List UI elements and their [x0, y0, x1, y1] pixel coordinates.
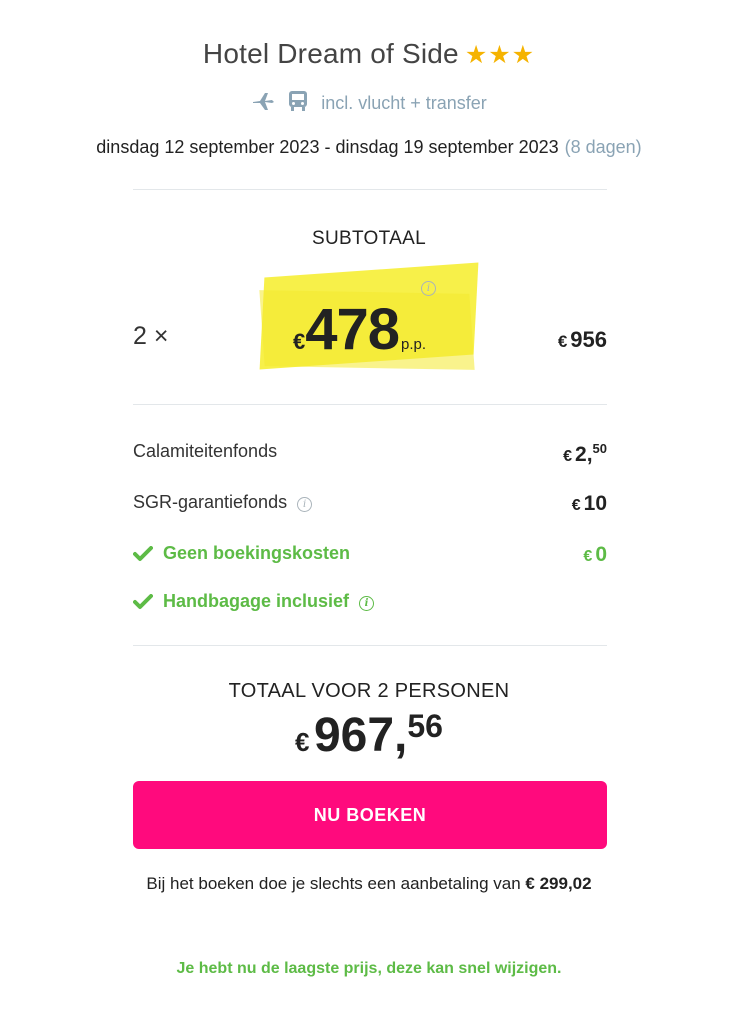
- date-range: dinsdag 12 september 2023 - dinsdag 19 s…: [96, 137, 559, 157]
- fee-row-booking-costs: Geen boekingskosten €0: [133, 543, 607, 573]
- fee-row-hand-luggage: Handbagage inclusief i: [133, 591, 607, 621]
- subtotal-label: SUBTOTAAL: [312, 228, 426, 249]
- hotel-name: Hotel Dream of Side: [202, 38, 459, 69]
- total-amount-whole: 967,: [313, 709, 408, 762]
- travel-dates: dinsdag 12 september 2023 - dinsdag 19 s…: [0, 137, 738, 158]
- line-total: €956: [558, 327, 607, 353]
- currency-symbol: €: [295, 727, 310, 757]
- fee-amount-whole: 0: [595, 543, 607, 566]
- fee-label: SGR-garantiefonds i: [133, 492, 313, 513]
- lowest-price-notice: Je hebt nu de laagste prijs, deze kan sn…: [176, 960, 562, 977]
- fee-label-text: SGR-garantiefonds: [133, 492, 288, 512]
- line-total-amount: 956: [570, 327, 607, 352]
- fee-label: Geen boekingskosten: [163, 543, 351, 563]
- divider: [133, 404, 607, 405]
- per-person-label: p.p.: [401, 336, 427, 353]
- fee-amount-cents: 50: [592, 441, 607, 456]
- fee-amount: €10: [572, 492, 607, 516]
- includes-text: incl. vlucht + transfer: [321, 93, 487, 113]
- price-amount: 478: [305, 297, 400, 362]
- currency-symbol: €: [563, 448, 573, 465]
- fee-row-calamiteitenfonds: Calamiteitenfonds €2,50: [133, 441, 607, 471]
- fee-row-sgr: SGR-garantiefonds i €10: [133, 492, 607, 522]
- info-icon[interactable]: i: [297, 497, 313, 512]
- duration: (8 dagen): [564, 137, 642, 157]
- fee-label: Handbagage inclusief i: [133, 591, 375, 612]
- hotel-title: Hotel Dream of Side ★★★: [0, 38, 738, 70]
- currency-symbol: €: [583, 548, 593, 565]
- currency-symbol: €: [293, 329, 306, 354]
- plane-icon: [251, 91, 275, 116]
- info-icon[interactable]: i: [359, 596, 375, 611]
- fee-label: Calamiteitenfonds: [133, 441, 278, 461]
- package-includes: incl. vlucht + transfer: [0, 90, 738, 117]
- book-now-button[interactable]: NU BOEKEN: [133, 781, 607, 849]
- total-amount-cents: 56: [407, 708, 443, 744]
- bus-icon: [288, 90, 308, 117]
- info-icon[interactable]: i: [421, 281, 436, 296]
- star-rating-icon: ★★★: [464, 41, 536, 69]
- currency-symbol: €: [571, 497, 581, 514]
- fee-amount-whole: 2,: [575, 443, 593, 466]
- deposit-text: Bij het boeken doe je slechts een aanbet…: [146, 874, 521, 893]
- currency-symbol: €: [557, 332, 568, 351]
- divider: [133, 189, 607, 190]
- total-amount: € 967,56: [0, 708, 738, 763]
- fee-amount: €0: [583, 543, 607, 567]
- deposit-amount: € 299,02: [525, 874, 592, 893]
- divider: [133, 645, 607, 646]
- total-label: TOTAAL VOOR 2 PERSONEN: [228, 680, 510, 702]
- quantity: 2 ×: [133, 322, 169, 350]
- price-per-person: €478 p.p.: [293, 296, 426, 363]
- fee-amount-whole: 10: [583, 492, 607, 515]
- deposit-info: Bij het boeken doe je slechts een aanbet…: [0, 874, 738, 894]
- fee-amount: €2,50: [563, 441, 607, 467]
- fee-label-text: Handbagage inclusief: [163, 591, 350, 611]
